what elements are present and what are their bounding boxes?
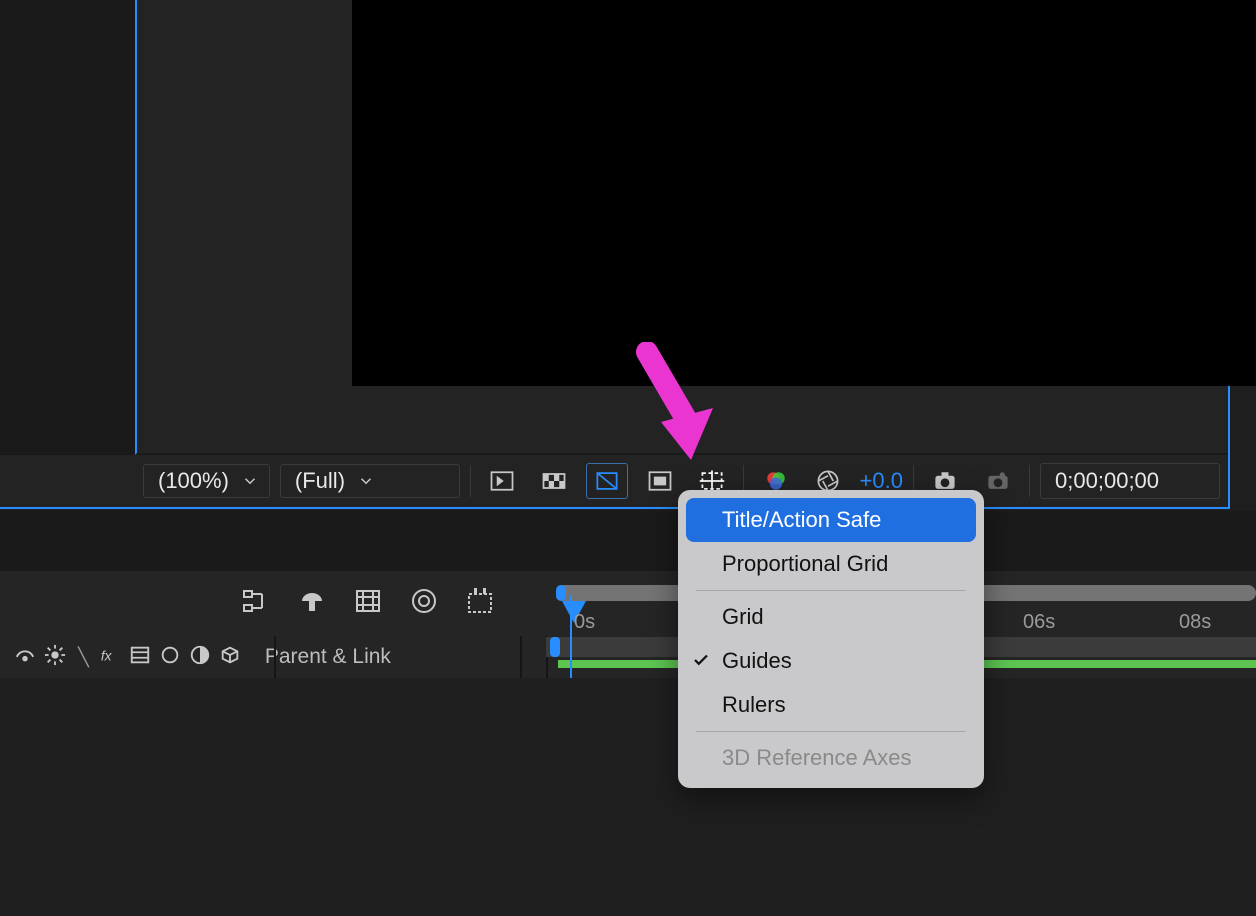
composition-side-gutter: [0, 0, 135, 455]
timeline-panel: 0s 06s 08s ╲ fx Parent & Link: [0, 511, 1256, 916]
composition-side-gutter-bottom: [0, 455, 135, 507]
menu-item-label: 3D Reference Axes: [722, 745, 912, 771]
3d-icon[interactable]: [219, 644, 241, 671]
show-snapshot-button[interactable]: [977, 463, 1020, 499]
fx-icon[interactable]: fx: [99, 644, 121, 671]
grid-guides-menu[interactable]: Title/Action Safe Proportional Grid Grid…: [678, 490, 984, 788]
menu-item-rulers[interactable]: Rulers: [678, 683, 984, 727]
menu-item-grid[interactable]: Grid: [678, 595, 984, 639]
mushroom-icon[interactable]: [296, 585, 328, 622]
timeline-header-icons: [240, 585, 496, 622]
check-icon: [692, 651, 710, 669]
app-root: (100%) (Full): [0, 0, 1256, 916]
work-area-handle-left[interactable]: [550, 637, 560, 657]
navigator-handle-left[interactable]: [556, 585, 566, 601]
adjustment-icon[interactable]: [189, 644, 211, 671]
transparency-grid-icon: [540, 467, 568, 495]
comp-settings-icon[interactable]: [464, 585, 496, 622]
tick-label: 0s: [574, 611, 595, 634]
filmstrip-small-icon[interactable]: [129, 644, 151, 671]
tick-label: 06s: [1023, 611, 1055, 634]
menu-item-label: Grid: [722, 604, 764, 630]
composition-viewport-frame: [135, 0, 1228, 455]
menu-separator: [696, 731, 966, 732]
menu-item-proportional-grid[interactable]: Proportional Grid: [678, 542, 984, 586]
fast-preview-button[interactable]: [481, 463, 524, 499]
toolbar-separator: [1029, 465, 1030, 497]
menu-item-label: Title/Action Safe: [722, 507, 881, 533]
menu-item-3d-reference-axes: 3D Reference Axes: [678, 736, 984, 780]
resolution-dropdown[interactable]: (Full): [280, 464, 460, 498]
column-divider[interactable]: [520, 636, 522, 678]
transparency-grid-button[interactable]: [533, 463, 576, 499]
column-switch-icons: ╲ fx: [14, 644, 241, 671]
mask-roi-icon: [593, 467, 621, 495]
motion-blur-icon[interactable]: [408, 585, 440, 622]
mask-roi-button[interactable]: [586, 463, 629, 499]
svg-text:fx: fx: [101, 648, 113, 663]
filmstrip-icon[interactable]: [352, 585, 384, 622]
timeline-body[interactable]: [0, 678, 1256, 916]
menu-item-title-action-safe[interactable]: Title/Action Safe: [686, 498, 976, 542]
sun-fx-icon[interactable]: [44, 644, 66, 671]
region-of-interest-icon: [646, 467, 674, 495]
timeline-tabbar: [0, 511, 1256, 571]
menu-item-guides[interactable]: Guides: [678, 639, 984, 683]
column-divider[interactable]: [274, 636, 276, 678]
timeline-header: 0s 06s 08s: [0, 571, 1256, 637]
zoom-value: (100%): [158, 468, 229, 494]
resolution-value: (Full): [295, 468, 345, 494]
parent-link-header[interactable]: Parent & Link: [265, 645, 391, 669]
region-of-interest-button[interactable]: [638, 463, 681, 499]
column-gap: ╲: [78, 647, 87, 668]
menu-item-label: Guides: [722, 648, 792, 674]
tick-label: 08s: [1179, 611, 1211, 634]
graph-editor-icon[interactable]: [240, 585, 272, 622]
composition-canvas[interactable]: [352, 0, 1256, 386]
chevron-down-icon: [357, 472, 375, 490]
fast-preview-icon: [488, 467, 516, 495]
menu-item-label: Proportional Grid: [722, 551, 888, 577]
menu-separator: [696, 590, 966, 591]
timecode-field[interactable]: 0;00;00;00: [1040, 463, 1220, 499]
camera-icon: [984, 467, 1012, 495]
chevron-down-icon: [241, 472, 259, 490]
toolbar-separator: [470, 465, 471, 497]
menu-item-label: Rulers: [722, 692, 786, 718]
zoom-dropdown[interactable]: (100%): [143, 464, 270, 498]
composition-panel: (100%) (Full): [0, 0, 1230, 509]
motion-blur-small-icon[interactable]: [159, 644, 181, 671]
shy-icon[interactable]: [14, 644, 36, 671]
timecode-value: 0;00;00;00: [1055, 468, 1159, 494]
